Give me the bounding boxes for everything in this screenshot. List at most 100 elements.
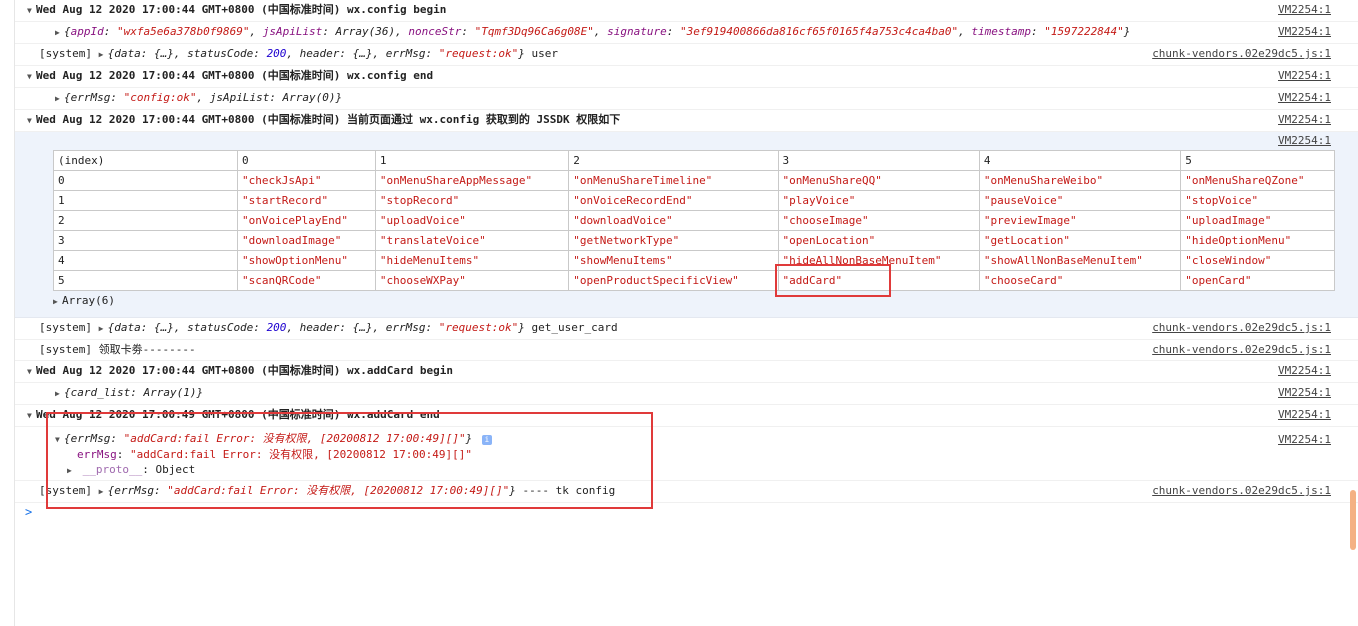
console-group-header: VM2254:1 ▼ Wed Aug 12 2020 17:00:44 GMT+08…: [15, 361, 1358, 383]
table-index-cell: 0: [53, 170, 238, 191]
highlight-error-output: [46, 412, 653, 509]
object-summary[interactable]: {errMsg: "config:ok", jsApiList: Array(0…: [64, 91, 342, 104]
console-token: "3ef919400866da816cf65f0165f4a753c4ca4ba…: [679, 25, 959, 38]
source-link[interactable]: VM2254:1: [1278, 405, 1331, 425]
system-log: chunk-vendors.02e29dc5.js:1 [system] ▶ {da…: [15, 318, 1358, 340]
table-header-cell[interactable]: 0: [237, 150, 376, 171]
table-cell: "showMenuItems": [568, 250, 779, 271]
table-index-cell: 1: [53, 190, 238, 211]
collapse-triangle-icon[interactable]: ▼: [27, 1, 36, 21]
table-cell: "translateVoice": [374, 230, 570, 251]
console-group-header: VM2254:1 ▼ Wed Aug 12 2020 17:00:44 GMT+08…: [15, 0, 1358, 22]
table-cell: "onMenuShareWeibo": [978, 170, 1182, 191]
table-cell: "pauseVoice": [978, 190, 1182, 211]
console-token: "request:ok": [438, 47, 519, 60]
source-link[interactable]: VM2254:1: [1278, 110, 1331, 130]
table-cell: "hideOptionMenu": [1180, 230, 1335, 251]
table-cell: "getLocation": [978, 230, 1182, 251]
collapse-triangle-icon[interactable]: ▼: [27, 362, 36, 382]
expand-triangle-icon[interactable]: ▶: [53, 293, 62, 311]
table-header-cell[interactable]: (index): [53, 150, 238, 171]
table-cell: "onMenuShareAppMessage": [374, 170, 570, 191]
console-token: :: [666, 25, 680, 38]
table-cell: "downloadImage": [237, 230, 376, 251]
table-header-cell[interactable]: 1: [374, 150, 570, 171]
collapse-triangle-icon[interactable]: ▼: [27, 111, 36, 131]
table-cell: "previewImage": [978, 210, 1182, 231]
console-token: "request:ok": [438, 321, 519, 334]
console-token: }: [518, 321, 525, 334]
console-token: appId: [70, 25, 104, 38]
table-header-cell[interactable]: 4: [978, 150, 1182, 171]
console-token: , jsApiList: Array(0)}: [196, 91, 343, 104]
object-summary[interactable]: {appId: "wxfa5e6a378b0f9869", jsApiList:…: [64, 25, 1130, 38]
console-table-group: VM2254:1 (index) 0 1 2 3 4 5 0 "checkJsApi" "onM…: [15, 132, 1358, 318]
expand-triangle-icon[interactable]: ▶: [55, 23, 64, 43]
scrollbar-thumb[interactable]: [1350, 490, 1356, 550]
console-token: timestamp: [971, 25, 1031, 38]
source-link[interactable]: VM2254:1: [1278, 383, 1331, 403]
console-token: {errMsg:: [64, 91, 124, 104]
source-link[interactable]: VM2254:1: [1278, 134, 1331, 147]
devtools-console: VM2254:1 ▼ Wed Aug 12 2020 17:00:44 GMT+08…: [14, 0, 1358, 626]
group-title: Wed Aug 12 2020 17:00:44 GMT+0800 (中国标准时…: [36, 3, 447, 16]
group-title: Wed Aug 12 2020 17:00:44 GMT+0800 (中国标准时…: [36, 113, 621, 126]
console-token: :: [1030, 25, 1045, 38]
console-token: :: [461, 25, 475, 38]
expand-triangle-icon[interactable]: ▶: [99, 45, 108, 65]
table-cell: "checkJsApi": [237, 170, 376, 191]
collapse-triangle-icon[interactable]: ▼: [27, 406, 36, 426]
array-expander[interactable]: ▶ Array(6): [53, 291, 1349, 311]
source-link[interactable]: chunk-vendors.02e29dc5.js:1: [1152, 44, 1331, 64]
object-summary[interactable]: {data: {…}, statusCode: 200, header: {…}…: [108, 47, 525, 60]
table-cell: "onMenuShareQZone": [1180, 170, 1335, 191]
expand-triangle-icon[interactable]: ▶: [55, 89, 64, 109]
console-token: "1597222844": [1044, 25, 1124, 38]
system-log: chunk-vendors.02e29dc5.js:1 [system] ▶ {da…: [15, 44, 1358, 66]
console-token: 200: [266, 321, 287, 334]
group-title: Wed Aug 12 2020 17:00:44 GMT+0800 (中国标准时…: [36, 364, 453, 377]
source-link[interactable]: chunk-vendors.02e29dc5.js:1: [1152, 481, 1331, 501]
expand-triangle-icon[interactable]: ▶: [55, 384, 64, 404]
source-link[interactable]: VM2254:1: [1278, 0, 1331, 20]
table-row: 4 "showOptionMenu" "hideMenuItems" "showMen…: [53, 250, 1335, 271]
console-token: }: [518, 47, 525, 60]
source-link[interactable]: VM2254:1: [1278, 22, 1331, 42]
console-object-log: VM2254:1 ▶ {card_list: Array(1)}: [15, 383, 1358, 405]
source-link[interactable]: VM2254:1: [1278, 88, 1331, 108]
table-cell: "chooseImage": [777, 210, 980, 231]
source-link[interactable]: VM2254:1: [1278, 361, 1331, 381]
table-row: 1 "startRecord" "stopRecord" "onVoiceRecord…: [53, 190, 1335, 211]
object-summary[interactable]: {card_list: Array(1)}: [64, 386, 203, 399]
console-token: nonceStr: [408, 25, 462, 38]
table-cell: "chooseCard": [978, 270, 1182, 291]
console-token: {data: {…}, statusCode:: [107, 321, 267, 334]
system-prefix: [system]: [39, 47, 99, 60]
source-link[interactable]: VM2254:1: [1278, 430, 1331, 450]
console-token: , header: {…}, errMsg:: [286, 47, 439, 60]
table-header-cell[interactable]: 5: [1180, 150, 1335, 171]
prompt-chevron-icon: >: [25, 505, 33, 519]
console-object-log: VM2254:1 ▶ {errMsg: "config:ok", jsApiList…: [15, 88, 1358, 110]
table-cell: "playVoice": [777, 190, 980, 211]
source-link[interactable]: VM2254:1: [1278, 66, 1331, 86]
object-summary[interactable]: {data: {…}, statusCode: 200, header: {…}…: [108, 321, 525, 334]
table-cell: "stopVoice": [1180, 190, 1335, 211]
console-token: "config:ok": [123, 91, 197, 104]
table-header-cell[interactable]: 3: [777, 150, 980, 171]
table-cell: "closeWindow": [1180, 250, 1335, 271]
source-link[interactable]: chunk-vendors.02e29dc5.js:1: [1152, 318, 1331, 338]
table-cell: "stopRecord": [374, 190, 570, 211]
console-token: , header: {…}, errMsg:: [286, 321, 439, 334]
expand-triangle-icon[interactable]: ▶: [99, 319, 108, 339]
source-link[interactable]: chunk-vendors.02e29dc5.js:1: [1152, 340, 1331, 360]
console-token: ,: [249, 25, 263, 38]
console-token: {data: {…}, statusCode:: [107, 47, 267, 60]
table-cell: "chooseWXPay": [374, 270, 570, 291]
table-cell: "openCard": [1180, 270, 1335, 291]
table-cell: "getNetworkType": [568, 230, 779, 251]
table-header-cell[interactable]: 2: [568, 150, 779, 171]
collapse-triangle-icon[interactable]: ▼: [27, 67, 36, 87]
console-token: "wxfa5e6a378b0f9869": [117, 25, 250, 38]
console-token: ,: [593, 25, 608, 38]
